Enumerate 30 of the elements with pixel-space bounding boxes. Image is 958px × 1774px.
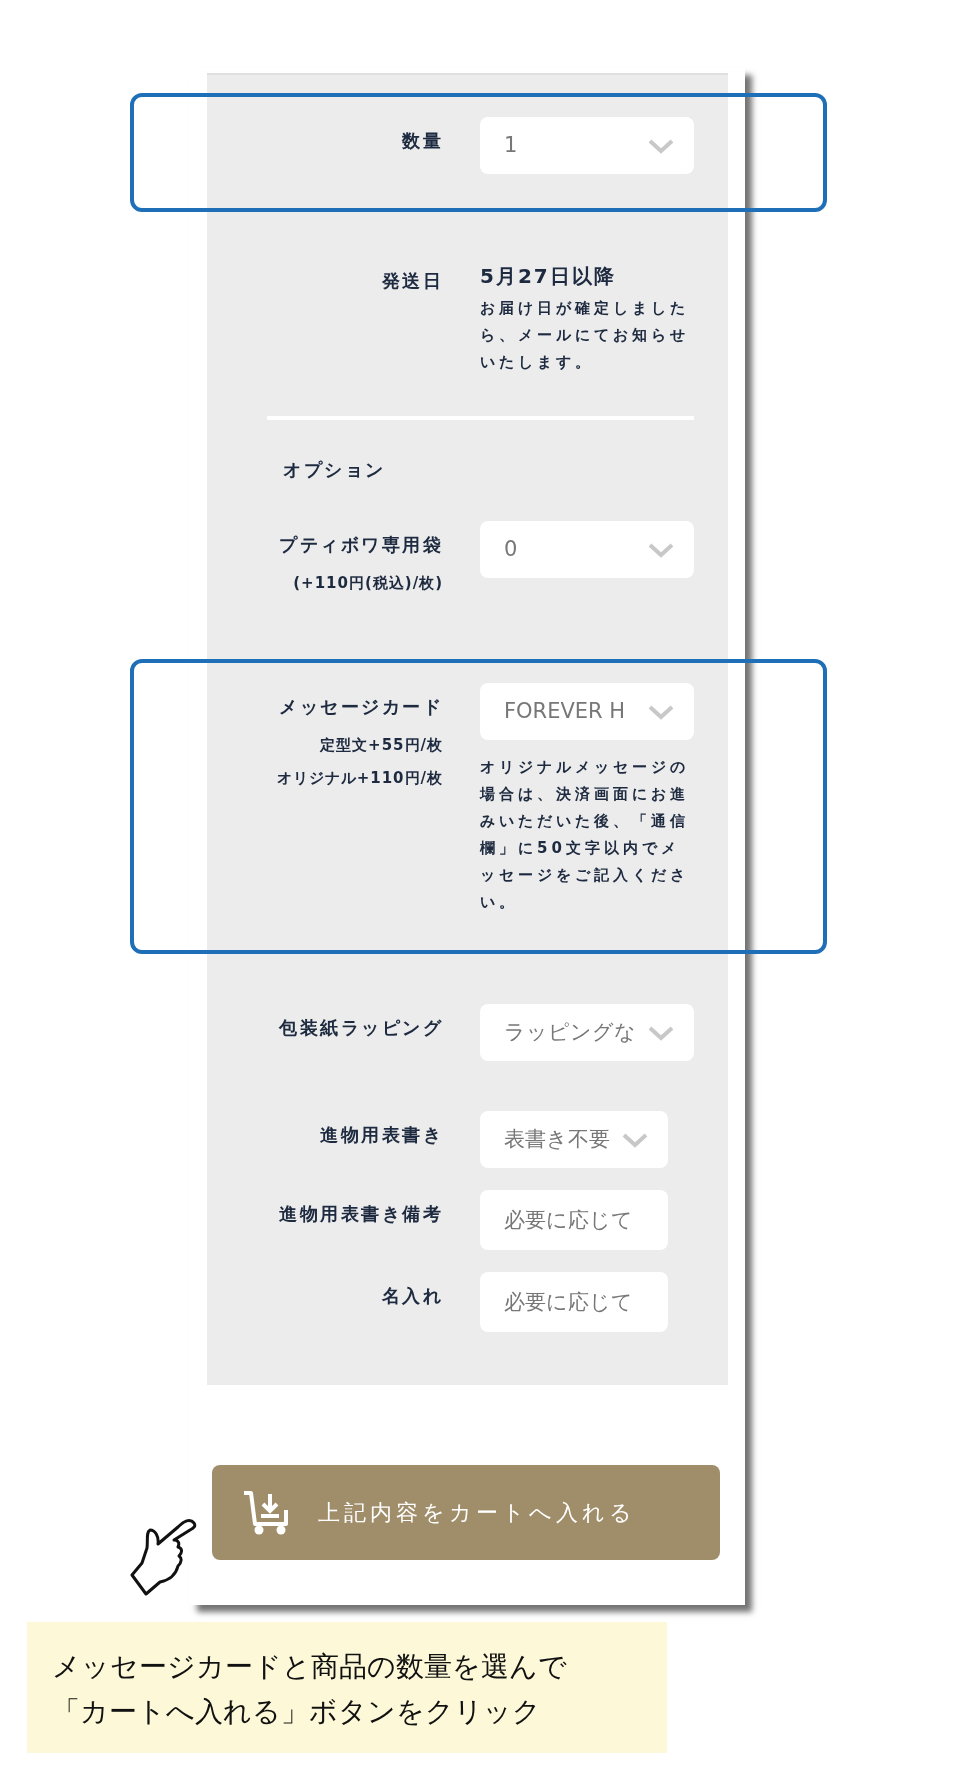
price-note: (+110円(税込)/枚)	[293, 573, 443, 594]
field-label: 数量	[402, 129, 443, 153]
section-heading: オプション	[283, 458, 387, 482]
price-note: オリジナル+110円/枚	[276, 768, 443, 789]
cart-icon	[242, 1489, 290, 1536]
instruction-text: メッセージカードと商品の数量を選んで 「カートへ入れる」ボタンをクリック	[27, 1622, 667, 1753]
input-field[interactable]: 必要に応じて	[480, 1272, 668, 1332]
price-note: 定型文+55円/枚	[320, 735, 443, 756]
select-field[interactable]: ラッピングな	[480, 1004, 694, 1061]
add-to-cart-button[interactable]: 上記内容をカートへ入れる	[212, 1465, 720, 1560]
select-field[interactable]: 0	[480, 521, 694, 578]
field-label: 包装紙ラッピング	[279, 1016, 443, 1040]
field-label: 発送日	[381, 269, 443, 293]
chevron-down-icon	[648, 703, 674, 720]
field-label: 進物用表書き	[320, 1123, 443, 1147]
select-field[interactable]: FOREVER H	[480, 683, 694, 740]
info-note: お届け日が確定しましたら、メールにてお知らせいたします。	[480, 298, 690, 373]
field-label: メッセージカード	[279, 695, 443, 719]
chevron-down-icon	[648, 1024, 674, 1041]
chevron-down-icon	[648, 541, 674, 558]
info-note: オリジナルメッセージの場合は、決済画面にお進みいただいた後、「通信欄」に50文字以内でメッセージをご記入ください。	[480, 757, 690, 913]
chevron-down-icon	[648, 137, 674, 154]
select-field[interactable]: 1	[480, 117, 694, 174]
chevron-down-icon	[622, 1131, 648, 1148]
field-label: プティボワ専用袋	[279, 533, 443, 557]
ship-date: 5月27日以降	[480, 263, 616, 290]
field-label: 進物用表書き備考	[279, 1202, 443, 1226]
select-field[interactable]: 表書き不要	[480, 1111, 668, 1168]
field-label: 名入れ	[381, 1284, 443, 1308]
input-field[interactable]: 必要に応じて	[480, 1190, 668, 1250]
